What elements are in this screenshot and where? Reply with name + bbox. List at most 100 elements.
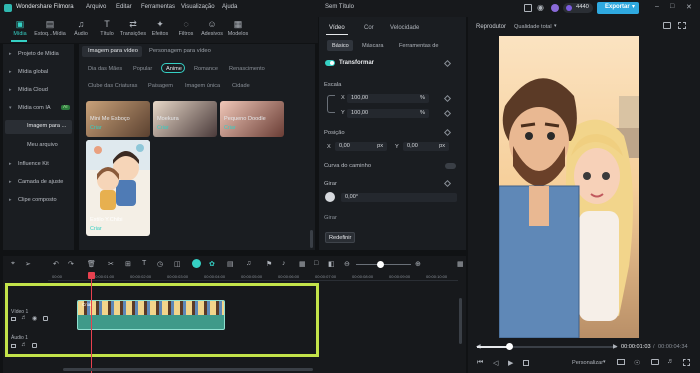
sidebar-item-ai-media[interactable]: ▾ Mídia com IA AI <box>3 103 74 115</box>
undo-icon[interactable]: ↶ <box>53 260 59 268</box>
close-icon[interactable]: ✕ <box>686 3 692 11</box>
image-icon[interactable] <box>663 22 671 29</box>
menu-edit[interactable]: Editar <box>116 4 132 10</box>
layout-icon[interactable] <box>524 4 532 12</box>
split-icon[interactable]: ✂ <box>108 260 114 268</box>
keyframe-diamond-icon[interactable] <box>443 94 452 103</box>
layers-icon[interactable]: ▦ <box>299 260 306 268</box>
keyframe-diamond-icon[interactable] <box>443 109 452 118</box>
export-dropdown-icon[interactable]: ▾ <box>632 3 635 10</box>
template-card-mini-me[interactable]: Mini Me Esboço Criar <box>86 101 150 137</box>
eye-icon[interactable]: ◉ <box>32 315 37 322</box>
playback-scrubber[interactable] <box>506 343 513 350</box>
custom-select[interactable]: Personalizar <box>572 360 603 366</box>
ai-audio-icon[interactable]: ♫ <box>246 260 251 267</box>
card-create-link[interactable]: Criar <box>224 125 236 131</box>
timeline-hscrollbar[interactable] <box>63 368 313 371</box>
step-back-icon[interactable]: ⏮ <box>477 359 483 367</box>
ai-tool-icon[interactable] <box>192 259 201 268</box>
maximize-icon[interactable]: □ <box>670 3 674 10</box>
volume-icon[interactable]: ♬ <box>667 358 674 365</box>
volume-icon[interactable]: ♬ <box>21 315 27 321</box>
subtab-mask[interactable]: Máscara <box>362 43 383 49</box>
zoom-out-icon[interactable]: ⊖ <box>344 260 350 268</box>
menu-view[interactable]: Visualização <box>181 4 215 10</box>
filter-romance[interactable]: Romance <box>194 66 218 72</box>
pos-x-input[interactable]: 0,00 px <box>335 142 387 151</box>
auto-reframe-icon[interactable]: ▤ <box>227 260 234 268</box>
delete-icon[interactable]: 🗑 <box>87 260 96 268</box>
keyframe-diamond-icon[interactable] <box>443 179 452 188</box>
user-avatar[interactable] <box>551 4 559 12</box>
tab-stock-media[interactable]: ▤ Estoq...Mídia <box>33 19 67 37</box>
zoom-in-icon[interactable]: ⊕ <box>415 260 421 268</box>
grid-view-icon[interactable]: ▦ <box>457 260 464 268</box>
minimize-icon[interactable]: – <box>655 3 659 10</box>
video-clip[interactable]: Criar <box>77 300 225 330</box>
lock-icon[interactable] <box>43 316 48 321</box>
keyframe-diamond-icon[interactable] <box>443 59 452 68</box>
template-card-little-doodle[interactable]: Pequeno Doodle Criar <box>220 101 284 137</box>
sidebar-item-influence-kit[interactable]: ▸ Influence Kit <box>3 159 74 171</box>
play-reverse-icon[interactable]: ◁ <box>493 359 498 367</box>
stop-icon[interactable] <box>523 360 529 366</box>
sidebar-item-cloud-media[interactable]: ▸ Mídia Cloud <box>3 85 74 97</box>
grid-tool-icon[interactable]: ⌖ <box>11 260 15 268</box>
render-icon[interactable]: □ <box>314 260 318 267</box>
timeline-vscrollbar[interactable] <box>459 298 462 344</box>
tab-filters[interactable]: ◌ Filtros <box>172 19 200 37</box>
speed-icon[interactable]: ◷ <box>157 260 163 268</box>
sidebar-item-image-to-video[interactable]: Imagem para ... <box>5 120 72 134</box>
zoom-slider-knob[interactable] <box>377 261 384 268</box>
filter-landscape[interactable]: Paisagem <box>148 83 173 89</box>
sidebar-item-compound-clip[interactable]: ▸ Clipe composto <box>3 195 74 207</box>
tab-title[interactable]: T Título <box>93 19 121 37</box>
fullscreen-icon[interactable] <box>683 359 690 366</box>
volume-icon[interactable]: ♬ <box>21 342 27 348</box>
tab-color[interactable]: Cor <box>364 25 374 31</box>
text-tool-icon[interactable]: T <box>142 260 146 267</box>
tab-media[interactable]: ▣ Mídia <box>6 19 34 37</box>
redo-icon[interactable]: ↷ <box>68 260 74 268</box>
snapshot-icon[interactable]: ☉ <box>634 359 640 367</box>
mic-icon[interactable]: ♪ <box>282 260 286 267</box>
tab-effects[interactable]: ✦ Efeitos <box>146 19 174 37</box>
crop-icon[interactable]: ⊞ <box>125 260 131 268</box>
card-create-link[interactable]: Criar <box>90 125 102 131</box>
filter-popular[interactable]: Popular <box>133 66 152 72</box>
tab-character-to-video[interactable]: Personagem para vídeo <box>149 48 211 54</box>
folder-icon[interactable] <box>11 344 16 348</box>
tab-video[interactable]: Vídeo <box>329 25 345 31</box>
menu-file[interactable]: Arquivo <box>86 4 106 10</box>
media-scrollbar[interactable] <box>310 230 313 248</box>
filter-renaissance[interactable]: Renascimento <box>229 66 265 72</box>
grid-icon[interactable] <box>678 22 686 29</box>
template-card-chibi[interactable]: Estilo Y.Chibi Criar <box>86 140 150 236</box>
subtab-tools[interactable]: Ferramentas de <box>399 43 438 49</box>
template-card-moekura[interactable]: Moekura Criar <box>153 101 217 137</box>
tab-stickers[interactable]: ☺ Adesivos <box>198 19 226 37</box>
lock-icon[interactable] <box>32 343 37 348</box>
pos-y-input[interactable]: 0,00 px <box>403 142 449 151</box>
color-icon[interactable]: ◫ <box>174 260 181 268</box>
sidebar-item-global-media[interactable]: ▸ Mídia global <box>3 67 74 79</box>
filter-single-image[interactable]: Imagem única <box>185 83 220 89</box>
detach-icon[interactable]: ◧ <box>328 260 335 268</box>
camera-icon[interactable] <box>651 359 659 365</box>
notification-icon[interactable]: ◉ <box>537 3 544 12</box>
link-icon[interactable] <box>327 95 335 113</box>
quality-select[interactable]: Qualidade total <box>514 24 552 30</box>
scale-x-input[interactable]: 100,00 % <box>347 94 429 103</box>
sidebar-item-adjustment-layer[interactable]: ▸ Camada de ajuste <box>3 177 74 189</box>
tab-audio[interactable]: ♫ Áudio <box>67 19 95 37</box>
card-create-link[interactable]: Criar <box>157 125 169 131</box>
menu-tools[interactable]: Ferramentas <box>141 4 175 10</box>
scale-y-input[interactable]: 100,00 % <box>347 109 429 118</box>
menu-help[interactable]: Ajuda <box>222 4 237 10</box>
folder-icon[interactable] <box>11 317 16 321</box>
sidebar-item-project-media[interactable]: ▸ Projeto de Mídia <box>3 49 74 61</box>
playhead-handle[interactable] <box>88 272 95 279</box>
path-curve-toggle[interactable] <box>445 163 456 169</box>
marker-icon[interactable]: ⚑ <box>266 260 272 268</box>
play-icon[interactable]: ▶ <box>508 359 513 367</box>
